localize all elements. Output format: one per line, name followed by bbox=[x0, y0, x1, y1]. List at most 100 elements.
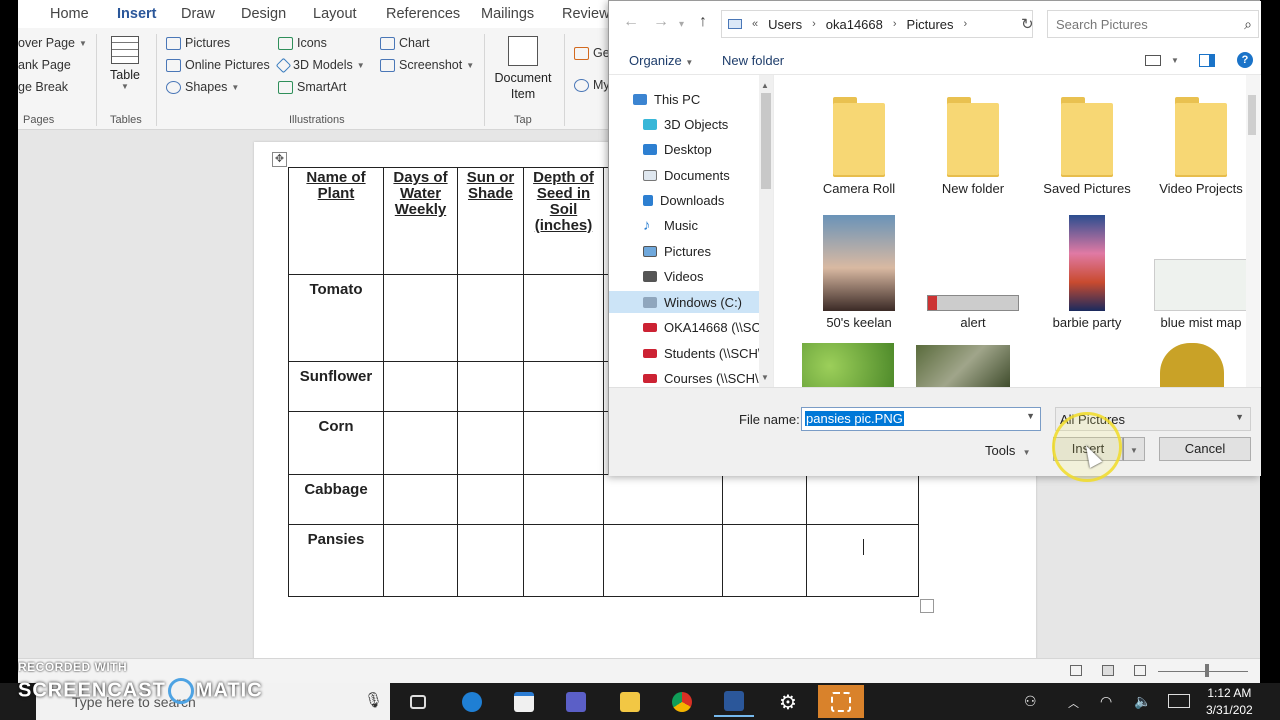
file-explorer-button[interactable] bbox=[610, 687, 650, 717]
table-cell[interactable] bbox=[722, 524, 807, 597]
chrome-button[interactable] bbox=[662, 687, 702, 717]
table-cell[interactable] bbox=[383, 524, 458, 597]
forward-arrow-icon[interactable]: → bbox=[653, 13, 669, 31]
task-view-button[interactable] bbox=[398, 687, 438, 717]
tab-insert[interactable]: Insert bbox=[117, 6, 157, 32]
nav-item-network-drive[interactable]: OKA14668 (\\SC bbox=[643, 316, 761, 338]
table-header-cell[interactable]: Sun or Shade bbox=[457, 167, 524, 275]
table-cell[interactable] bbox=[523, 524, 604, 597]
help-icon[interactable]: ? bbox=[1237, 52, 1253, 68]
search-input[interactable]: Search Pictures ⌕ bbox=[1047, 10, 1259, 38]
tab-layout[interactable]: Layout bbox=[313, 6, 357, 22]
table-cell[interactable] bbox=[523, 411, 604, 475]
table-cell[interactable] bbox=[722, 474, 807, 525]
table-header-cell[interactable]: Days of Water Weekly bbox=[383, 167, 458, 275]
new-folder-button[interactable]: New folder bbox=[722, 53, 784, 68]
view-options-icon[interactable] bbox=[1145, 55, 1161, 66]
read-mode-icon[interactable] bbox=[1070, 665, 1082, 676]
table-cell[interactable] bbox=[603, 474, 723, 525]
tab-references[interactable]: References bbox=[386, 6, 460, 22]
nav-item-downloads[interactable]: Downloads bbox=[643, 189, 724, 211]
nav-item-desktop[interactable]: Desktop bbox=[643, 138, 712, 160]
volume-icon[interactable]: 🔈 bbox=[1134, 693, 1151, 710]
teams-button[interactable] bbox=[556, 687, 596, 717]
table-header-cell[interactable]: Name of Plant bbox=[288, 167, 384, 275]
chart-button[interactable]: Chart bbox=[380, 36, 430, 50]
breadcrumb[interactable]: « Users › oka14668 › Pictures › bbox=[721, 10, 1033, 38]
breadcrumb-item[interactable]: Pictures bbox=[907, 17, 954, 32]
table-cell[interactable] bbox=[523, 361, 604, 412]
store-button[interactable] bbox=[504, 687, 544, 717]
table-cell[interactable] bbox=[383, 411, 458, 475]
table-cell[interactable] bbox=[603, 524, 723, 597]
table-cell[interactable] bbox=[457, 274, 524, 362]
table-cell[interactable] bbox=[457, 524, 524, 597]
cancel-button[interactable]: Cancel bbox=[1159, 437, 1251, 461]
cabbage-thumbnail[interactable] bbox=[802, 343, 894, 387]
file-tile-camera-roll[interactable]: Camera Roll bbox=[802, 97, 916, 196]
keyboard-icon[interactable] bbox=[1168, 694, 1190, 708]
zoom-slider[interactable] bbox=[1158, 671, 1248, 672]
up-arrow-icon[interactable]: ↑ bbox=[699, 13, 707, 31]
file-scrollbar-thumb[interactable] bbox=[1248, 95, 1256, 135]
table-cell[interactable] bbox=[383, 474, 458, 525]
refresh-icon[interactable]: ↻ bbox=[1021, 15, 1034, 33]
zoom-slider-thumb[interactable] bbox=[1205, 664, 1209, 677]
nav-item-3d-objects[interactable]: 3D Objects bbox=[643, 113, 728, 135]
organize-button[interactable]: Organize ▼ bbox=[629, 53, 693, 68]
nav-scrollbar-thumb[interactable] bbox=[761, 93, 771, 189]
preview-pane-icon[interactable] bbox=[1199, 54, 1215, 67]
tools-button[interactable]: Tools ▼ bbox=[985, 443, 1031, 458]
nav-item-windows-c[interactable]: Windows (C:) bbox=[609, 291, 759, 313]
document-item-button[interactable]: Document Item bbox=[490, 36, 556, 102]
tab-review[interactable]: Review bbox=[562, 6, 610, 22]
table-cell[interactable] bbox=[383, 274, 458, 362]
nav-item-network-drive[interactable]: Courses (\\SCH\ bbox=[643, 367, 759, 387]
breadcrumb-item[interactable]: Users bbox=[768, 17, 802, 32]
breadcrumb-item[interactable]: oka14668 bbox=[826, 17, 883, 32]
settings-button[interactable]: ⚙ bbox=[768, 687, 808, 717]
file-tile-image[interactable]: 50's keelan bbox=[802, 215, 916, 330]
nav-item-network-drive[interactable]: Students (\\SCH\ bbox=[643, 342, 762, 364]
plant-name-cell[interactable]: Tomato bbox=[288, 274, 384, 362]
table-cell[interactable] bbox=[523, 274, 604, 362]
online-pictures-button[interactable]: Online Pictures bbox=[166, 58, 270, 72]
blank-page-button[interactable]: ank Page bbox=[18, 58, 71, 72]
file-tile-video-projects[interactable]: Video Projects bbox=[1144, 97, 1258, 196]
nav-item-this-pc[interactable]: This PC bbox=[633, 88, 700, 110]
table-header-cell[interactable]: Depth of Seed in Soil (inches) bbox=[523, 167, 604, 275]
pictures-button[interactable]: Pictures bbox=[166, 36, 230, 50]
tab-home[interactable]: Home bbox=[50, 6, 89, 22]
chevron-down-icon[interactable]: ▼ bbox=[1171, 56, 1179, 65]
table-cell[interactable] bbox=[457, 361, 524, 412]
plant-name-cell[interactable]: Sunflower bbox=[288, 361, 384, 412]
plant-name-cell[interactable]: Corn bbox=[288, 411, 384, 475]
tab-draw[interactable]: Draw bbox=[181, 6, 215, 22]
print-layout-icon[interactable] bbox=[1102, 665, 1114, 676]
tab-design[interactable]: Design bbox=[241, 6, 286, 22]
chevron-down-icon[interactable]: ▾ bbox=[679, 19, 684, 30]
shapes-button[interactable]: Shapes ▼ bbox=[166, 80, 239, 94]
smartart-button[interactable]: SmartArt bbox=[278, 80, 346, 94]
back-arrow-icon[interactable]: ← bbox=[623, 13, 639, 31]
people-icon[interactable]: ⚇ bbox=[1024, 693, 1037, 710]
scroll-up-icon[interactable]: ▲ bbox=[761, 81, 769, 90]
scroll-down-icon[interactable]: ▼ bbox=[761, 373, 769, 382]
chevron-up-icon[interactable]: ︿ bbox=[1068, 695, 1079, 711]
nav-item-documents[interactable]: Documents bbox=[643, 164, 730, 186]
table-cell[interactable] bbox=[457, 411, 524, 475]
table-resize-handle[interactable] bbox=[920, 599, 934, 613]
wifi-icon[interactable]: ◠ bbox=[1100, 693, 1112, 710]
cover-page-button[interactable]: over Page ▼ bbox=[18, 36, 87, 50]
plant-name-cell[interactable]: Pansies bbox=[288, 524, 384, 597]
file-tile-new-folder[interactable]: New folder bbox=[916, 97, 1030, 196]
nav-item-music[interactable]: ♪ Music bbox=[643, 214, 698, 236]
cartoon-thumbnail[interactable] bbox=[1160, 343, 1224, 387]
table-move-handle-icon[interactable]: ✥ bbox=[272, 152, 287, 167]
file-tile-saved-pictures[interactable]: Saved Pictures bbox=[1030, 97, 1144, 196]
insert-options-button[interactable]: ▼ bbox=[1123, 437, 1145, 461]
plant-thumbnail[interactable] bbox=[916, 345, 1010, 387]
table-cell[interactable] bbox=[523, 474, 604, 525]
plant-name-cell[interactable]: Cabbage bbox=[288, 474, 384, 525]
file-tile-image[interactable]: alert bbox=[916, 215, 1030, 330]
